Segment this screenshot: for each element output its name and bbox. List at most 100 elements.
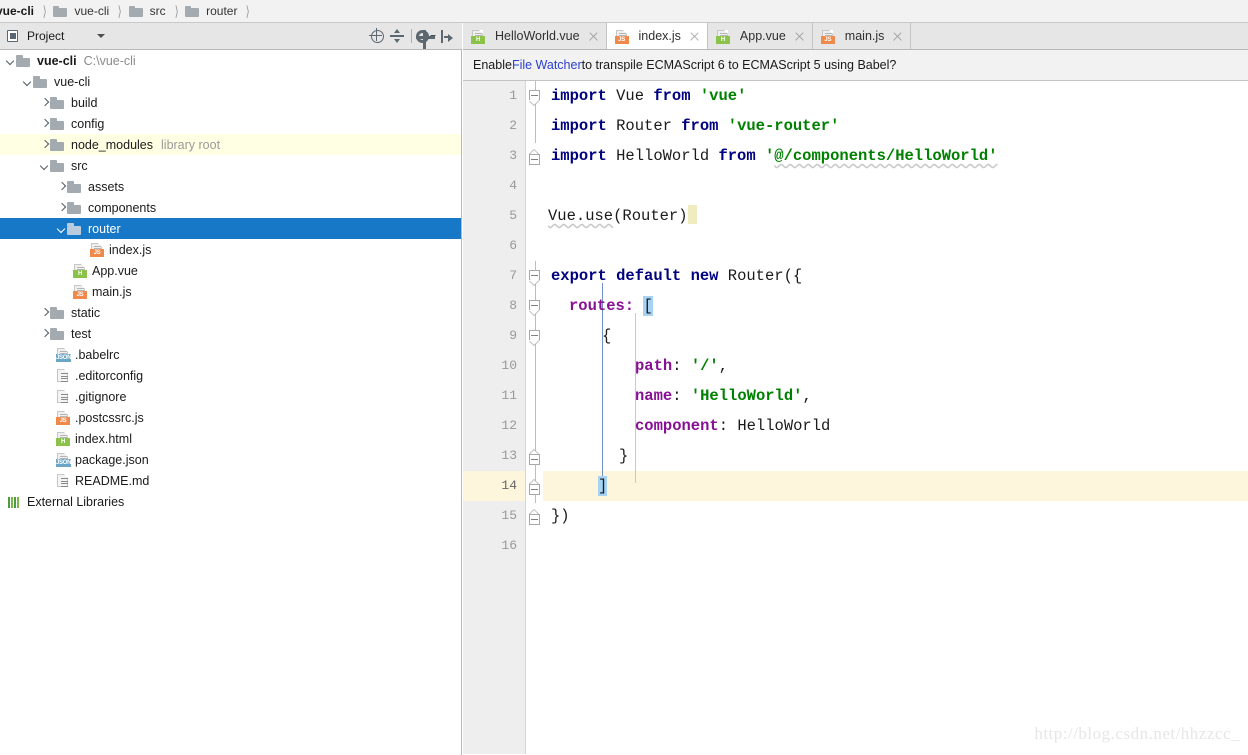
token-string: ' [764,147,775,165]
tree-row[interactable]: test [0,323,461,344]
folder-icon [53,5,68,17]
line-number: 6 [509,238,517,253]
token-string: 'HelloWorld' [690,387,803,405]
hide-panel-icon[interactable] [436,26,456,46]
token-plain: }) [551,507,570,525]
breadcrumb-item-3[interactable]: router [185,0,239,22]
file-watcher-link[interactable]: File Watcher [512,58,582,72]
breadcrumb-item-0[interactable]: vue-cli [0,0,36,22]
tree-row[interactable]: README.md [0,470,461,491]
chevron-down-icon[interactable] [5,55,16,66]
code-line-7: export default new Router({ [551,261,802,291]
file-watcher-notification: Enable File Watcher to transpile ECMAScr… [463,50,1248,81]
tree-row-external-libraries[interactable]: External Libraries [0,491,461,512]
fold-marker-line-7[interactable] [529,270,541,282]
tree-row[interactable]: JS .postcssrc.js [0,407,461,428]
breadcrumb-separator: ⟩ [42,2,47,19]
close-icon[interactable] [794,31,805,42]
code-editor[interactable]: 1 2 3 4 5 6 7 8 9 10 11 12 13 14 15 16 i… [463,81,1248,754]
folder-icon [67,201,83,214]
chevron-down-icon[interactable] [39,160,50,171]
fold-marker-line-8[interactable] [529,300,541,312]
fold-marker-line-9[interactable] [529,330,541,342]
locate-target-icon[interactable] [367,26,387,46]
tree-row[interactable]: node_modules library root [0,134,461,155]
close-icon[interactable] [689,31,700,42]
project-tree[interactable]: vue-cli C:\vue-cli vue-cli build config … [0,50,462,755]
chevron-right-icon[interactable] [39,328,50,339]
tree-row[interactable]: vue-cli C:\vue-cli [0,50,461,71]
tree-item-label: config [71,116,105,131]
breadcrumb-label: router [206,4,238,18]
collapse-all-icon[interactable] [387,26,407,46]
code-line-9: { [602,321,611,351]
tree-item-label: static [71,305,101,320]
tree-item-label: External Libraries [27,494,125,509]
tree-row[interactable]: static [0,302,461,323]
code-line-10: path: '/', [635,351,728,381]
chevron-down-icon[interactable] [56,223,67,234]
fold-marker-line-14[interactable] [529,484,541,496]
tree-row[interactable]: JSON package.json [0,449,461,470]
tab-main-js[interactable]: JS main.js [812,23,912,49]
tree-row-router[interactable]: router [0,218,461,239]
chevron-right-icon[interactable] [39,307,50,318]
tree-row[interactable]: vue-cli [0,71,461,92]
tree-item-label: test [71,326,92,341]
tab-app-vue[interactable]: H App.vue [707,23,813,49]
tree-row[interactable]: .editorconfig [0,365,461,386]
line-number: 15 [501,508,517,523]
tree-row[interactable]: config [0,113,461,134]
text-file-icon [56,473,70,488]
folder-icon [128,5,144,17]
close-icon[interactable] [588,31,599,42]
tree-item-label: build [71,95,98,110]
code-folding-gutter[interactable] [525,81,543,754]
token-keyword: export [551,267,607,285]
fold-marker-line-1[interactable] [529,90,541,102]
gear-icon[interactable] [416,26,436,49]
breadcrumb-label: vue-cli [74,4,110,18]
fold-marker-line-13[interactable] [529,454,541,466]
tab-index-js[interactable]: JS index.js [606,23,708,49]
tab-helloworld-vue[interactable]: H HelloWorld.vue [463,23,607,49]
watermark: http://blog.csdn.net/hhzzcc_ [1034,724,1240,743]
breadcrumb-item-1[interactable]: vue-cli [53,0,111,22]
token-property: component [635,417,719,435]
tree-row[interactable]: .gitignore [0,386,461,407]
fold-marker-line-15[interactable] [529,514,541,526]
line-number: 13 [501,448,517,463]
tree-item-label: src [71,158,88,173]
code-text-area[interactable]: import Vue from 'vue' import Router from… [543,81,1248,754]
chevron-right-icon[interactable] [56,181,67,192]
fold-marker-line-3[interactable] [529,154,541,166]
chevron-down-icon[interactable] [97,34,106,38]
editor-tab-bar: H HelloWorld.vue JS index.js H App.vue J… [463,23,1248,50]
tree-row[interactable]: JS main.js [0,281,461,302]
tree-row[interactable]: build [0,92,461,113]
tree-row[interactable]: JSON .babelrc [0,344,461,365]
chevron-right-icon[interactable] [56,202,67,213]
chevron-right-icon[interactable] [39,97,50,108]
breadcrumb-item-2[interactable]: src [128,0,168,22]
json-file-icon: JSON [56,452,71,467]
tree-row[interactable]: assets [0,176,461,197]
project-panel-title: Project [27,29,65,43]
line-number: 1 [509,88,517,103]
chevron-down-icon[interactable] [22,76,33,87]
tree-row[interactable]: components [0,197,461,218]
token-plain: (Router) [613,207,688,225]
code-line-15: }) [551,501,570,531]
token-property: path [635,357,673,375]
tree-row[interactable]: H index.html [0,428,461,449]
chevron-right-icon[interactable] [39,118,50,129]
tab-bar-filler [911,23,1248,49]
close-icon[interactable] [892,31,903,42]
tree-row[interactable]: JS index.js [0,239,461,260]
chevron-right-icon[interactable] [39,139,50,150]
tree-row[interactable]: src [0,155,461,176]
text-file-icon [56,368,70,383]
tree-row[interactable]: H App.vue [0,260,461,281]
